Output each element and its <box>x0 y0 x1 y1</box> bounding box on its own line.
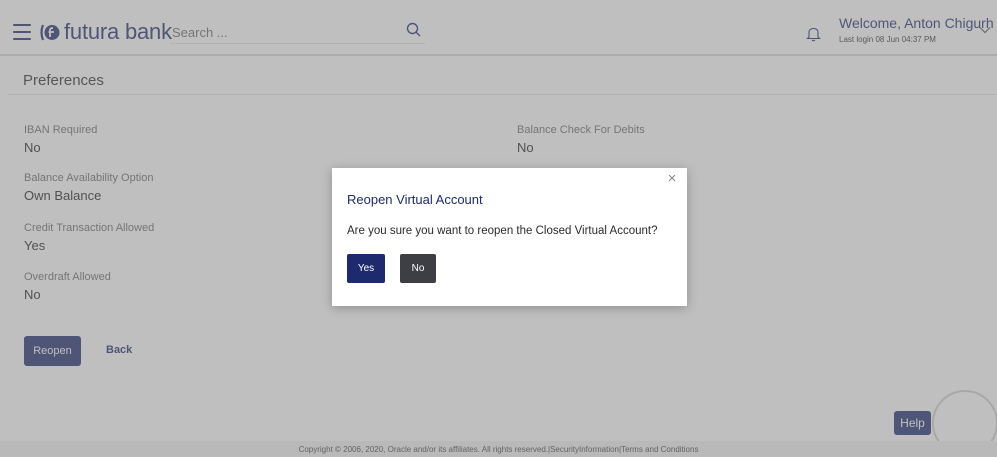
reopen-confirm-dialog: × Reopen Virtual Account Are you sure yo… <box>332 168 687 306</box>
yes-button[interactable]: Yes <box>347 254 385 283</box>
dialog-title: Reopen Virtual Account <box>347 192 483 207</box>
dialog-message: Are you sure you want to reopen the Clos… <box>347 225 658 237</box>
close-icon[interactable]: × <box>665 171 679 186</box>
no-button[interactable]: No <box>400 254 436 283</box>
